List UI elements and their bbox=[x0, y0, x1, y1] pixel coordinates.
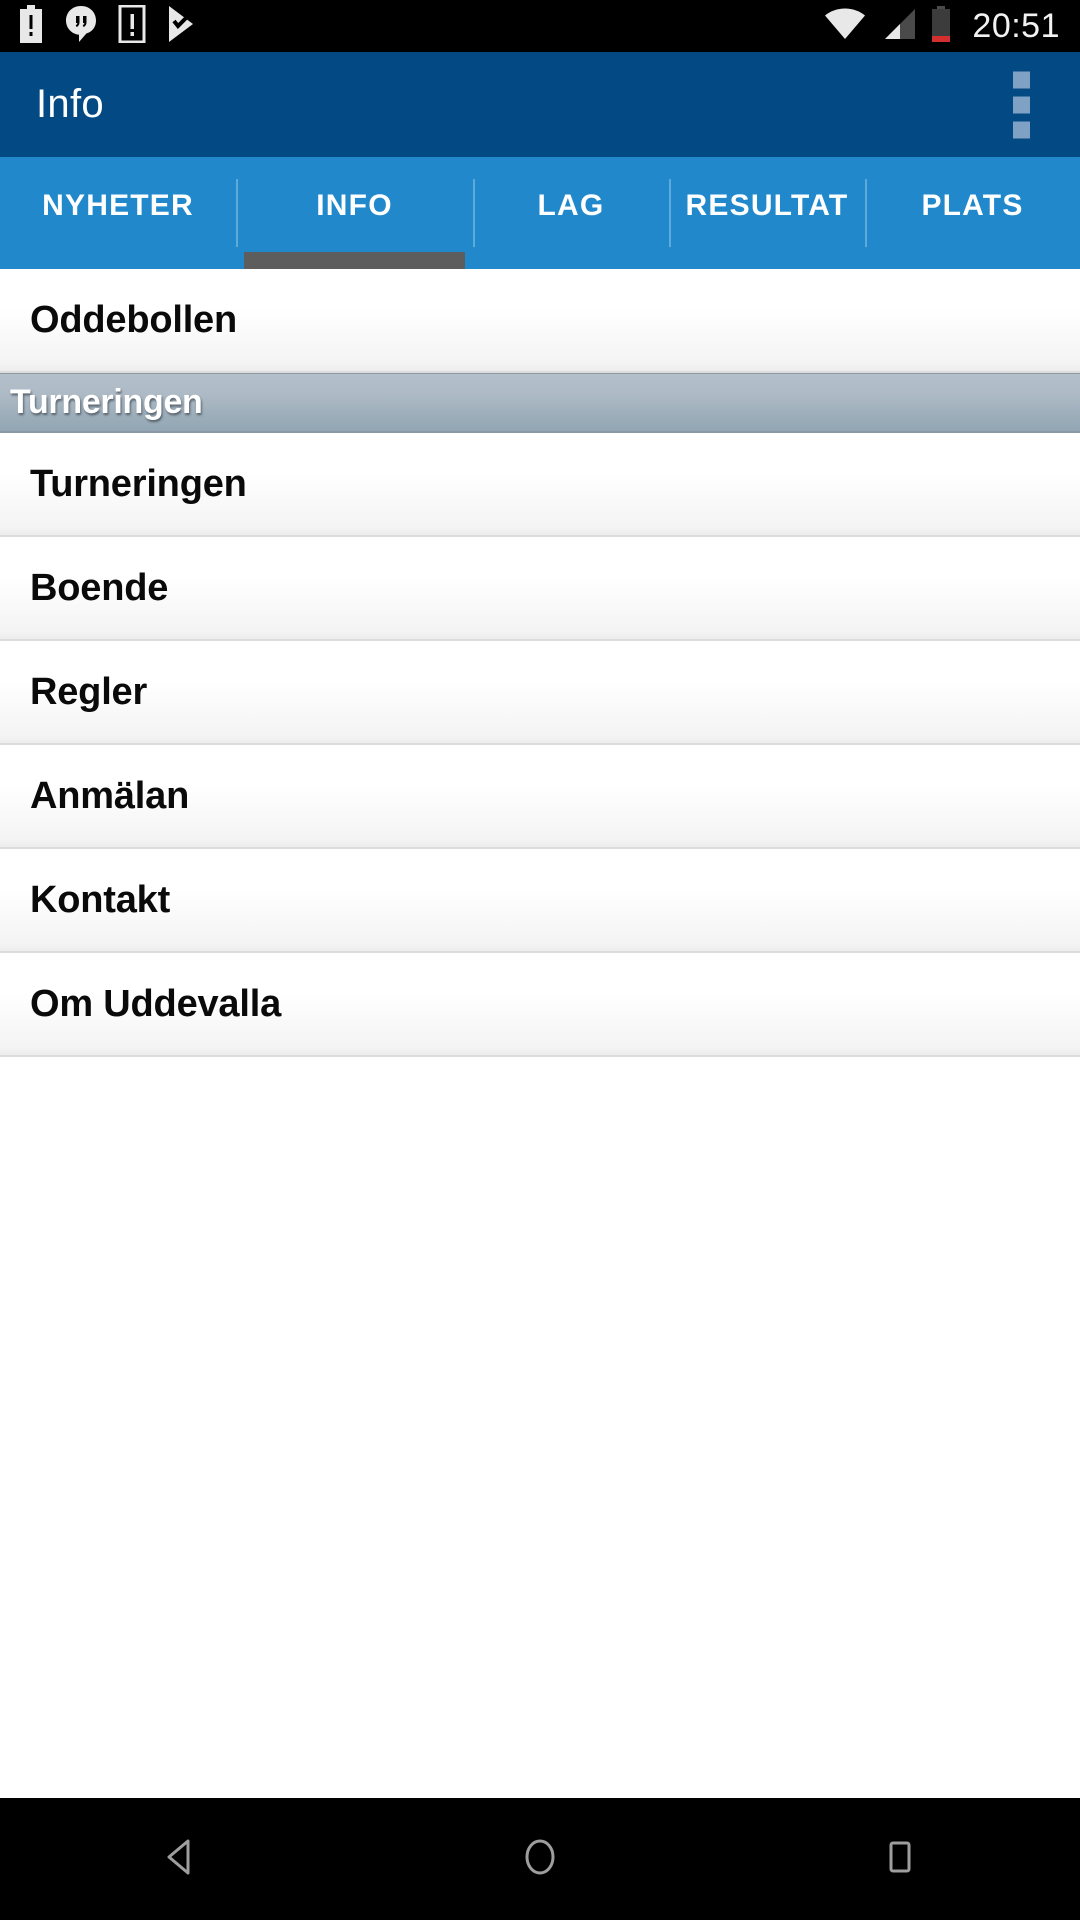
list-empty-area bbox=[0, 1057, 1080, 1798]
back-triangle-icon bbox=[156, 1833, 204, 1886]
list-section-header: Turneringen bbox=[0, 373, 1080, 433]
page-title: Info bbox=[36, 82, 104, 126]
status-bar-clock: 20:51 bbox=[972, 6, 1060, 45]
cellular-signal-icon bbox=[880, 8, 916, 45]
tab-lag[interactable]: LAG bbox=[473, 157, 669, 269]
status-bar-notification-icons bbox=[18, 4, 196, 48]
list-item[interactable]: Regler bbox=[0, 641, 1080, 745]
nav-recents-button[interactable] bbox=[800, 1798, 1000, 1920]
overflow-dot-1 bbox=[1013, 71, 1030, 88]
battery-alert-icon bbox=[18, 4, 44, 48]
list-item-label: Oddebollen bbox=[30, 298, 238, 341]
phone-screen: 20:51 Info NYHETER INFO LAG RESULTAT PLATS O… bbox=[0, 0, 1080, 1920]
wifi-icon bbox=[824, 8, 866, 45]
sim-alert-icon bbox=[118, 4, 146, 48]
tab-plats[interactable]: PLATS bbox=[865, 157, 1080, 269]
tab-label: PLATS bbox=[921, 189, 1024, 222]
tab-nyheter[interactable]: NYHETER bbox=[0, 157, 236, 269]
list-item-label: Anmälan bbox=[30, 774, 190, 817]
list-item-label: Om Uddevalla bbox=[30, 982, 282, 1025]
hangouts-icon bbox=[64, 5, 98, 48]
list-item[interactable]: Anmälan bbox=[0, 745, 1080, 849]
list-item[interactable]: Turneringen bbox=[0, 433, 1080, 537]
list-item-label: Regler bbox=[30, 670, 148, 713]
overflow-menu-icon[interactable] bbox=[1007, 65, 1036, 144]
tab-label: NYHETER bbox=[42, 189, 194, 222]
app-bar: Info bbox=[0, 52, 1080, 157]
tab-label: INFO bbox=[316, 189, 393, 222]
tab-resultat[interactable]: RESULTAT bbox=[669, 157, 865, 269]
list-item[interactable]: Om Uddevalla bbox=[0, 953, 1080, 1057]
tab-bar: NYHETER INFO LAG RESULTAT PLATS bbox=[0, 157, 1080, 269]
tab-label: LAG bbox=[537, 189, 605, 222]
nav-home-button[interactable] bbox=[440, 1798, 640, 1920]
android-navigation-bar bbox=[0, 1798, 1080, 1920]
overflow-dot-2 bbox=[1013, 96, 1030, 113]
list-item-label: Boende bbox=[30, 566, 169, 609]
tab-info[interactable]: INFO bbox=[236, 157, 473, 269]
section-header-label: Turneringen bbox=[10, 383, 203, 421]
list-item[interactable]: Kontakt bbox=[0, 849, 1080, 953]
list-item[interactable]: Boende bbox=[0, 537, 1080, 641]
status-bar-system-icons: 20:51 bbox=[824, 5, 1060, 47]
home-circle-icon bbox=[516, 1833, 564, 1886]
list-item-label: Kontakt bbox=[30, 878, 171, 921]
tab-label: RESULTAT bbox=[685, 189, 849, 222]
recents-square-icon bbox=[876, 1833, 924, 1886]
status-bar: 20:51 bbox=[0, 0, 1080, 52]
info-list: Oddebollen Turneringen Turneringen Boende Re… bbox=[0, 269, 1080, 1057]
nav-back-button[interactable] bbox=[80, 1798, 280, 1920]
play-store-update-icon bbox=[166, 5, 196, 48]
battery-low-icon bbox=[930, 5, 952, 47]
list-item[interactable]: Oddebollen bbox=[0, 269, 1080, 373]
overflow-dot-3 bbox=[1013, 121, 1030, 138]
active-tab-indicator bbox=[244, 252, 465, 269]
list-item-label: Turneringen bbox=[30, 462, 247, 505]
